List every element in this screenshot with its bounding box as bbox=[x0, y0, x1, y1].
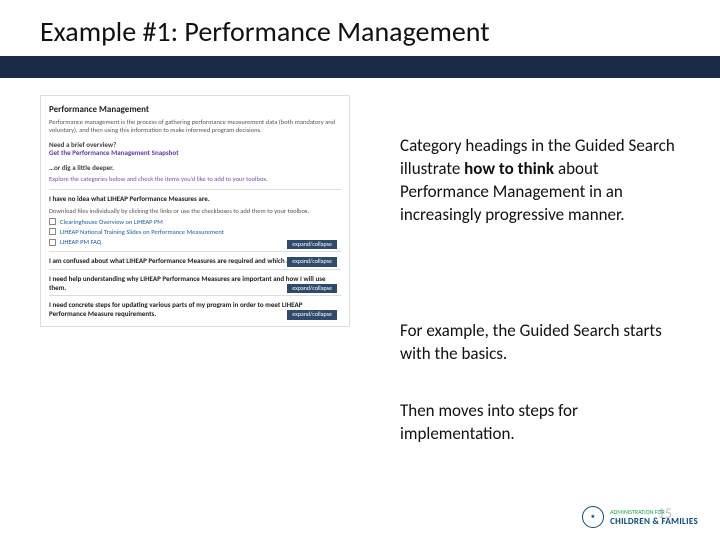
category-1-dl: Download files individually by clicking … bbox=[49, 207, 341, 215]
checkbox-icon[interactable] bbox=[49, 228, 56, 235]
footer-line2: & FAMILIES bbox=[653, 516, 698, 527]
checkbox-label: LIHEAP National Training Slides on Perfo… bbox=[60, 228, 224, 236]
annotation-2: For example, the Guided Search starts wi… bbox=[400, 320, 690, 366]
checkbox-label: Clearinghouse Overview on LIHEAP PM bbox=[60, 218, 163, 226]
checkbox-icon[interactable] bbox=[49, 239, 56, 246]
category-2: I am confused about what LIHEAP Performa… bbox=[49, 251, 341, 269]
footer-line1: CHILDREN bbox=[610, 516, 650, 527]
annotation-1: Category headings in the Guided Search i… bbox=[400, 135, 690, 227]
annotation-3: Then moves into steps for implementation… bbox=[400, 400, 690, 446]
embedded-screenshot: Performance Management Performance manag… bbox=[40, 95, 350, 327]
footer-small: ADMINISTRATION FOR bbox=[610, 508, 698, 516]
checkbox-label: LIHEAP PM FAQ bbox=[60, 238, 101, 246]
category-3: I need help understanding why LIHEAP Per… bbox=[49, 269, 341, 296]
category-4: I need concrete steps for updating vario… bbox=[49, 295, 341, 322]
dig-deeper: …or dig a little deeper. bbox=[49, 164, 341, 173]
category-1: I have no idea what LIHEAP Performance M… bbox=[49, 189, 341, 251]
screenshot-blurb: Performance management is the process of… bbox=[49, 118, 341, 134]
footer-text: ADMINISTRATION FOR CHILDREN & FAMILIES bbox=[610, 508, 698, 527]
instructions: Explore the categories below and check t… bbox=[49, 175, 341, 183]
screenshot-heading: Performance Management bbox=[49, 104, 341, 115]
title-band: Example #1: Performance Management bbox=[0, 0, 720, 78]
checkbox-row[interactable]: Clearinghouse Overview on LIHEAP PM bbox=[49, 218, 341, 226]
expand-collapse-button[interactable]: expand/collapse bbox=[287, 284, 337, 294]
footer-logo: ★ ADMINISTRATION FOR CHILDREN & FAMILIES bbox=[582, 506, 698, 528]
snapshot-link[interactable]: Get the Performance Management Snapshot bbox=[49, 149, 341, 158]
expand-collapse-button[interactable]: expand/collapse bbox=[287, 257, 337, 267]
seal-icon: ★ bbox=[582, 506, 604, 528]
expand-collapse-button[interactable]: expand/collapse bbox=[287, 310, 337, 320]
category-1-heading: I have no idea what LIHEAP Performance M… bbox=[49, 195, 341, 204]
annotation-1b: how to think bbox=[464, 158, 554, 179]
slide-title: Example #1: Performance Management bbox=[40, 14, 720, 49]
expand-collapse-button[interactable]: expand/collapse bbox=[287, 240, 337, 250]
content-area: Performance Management Performance manag… bbox=[40, 95, 690, 510]
checkbox-row[interactable]: LIHEAP National Training Slides on Perfo… bbox=[49, 228, 341, 236]
checkbox-icon[interactable] bbox=[49, 218, 56, 225]
